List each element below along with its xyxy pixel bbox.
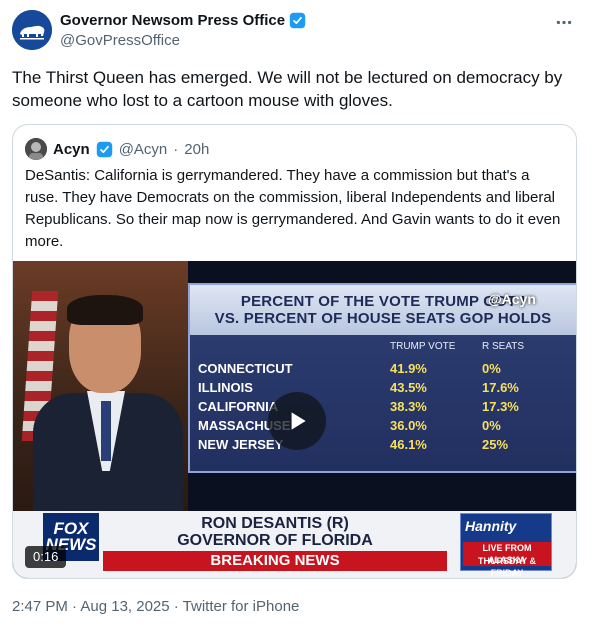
breaking-news-banner: BREAKING NEWS (103, 551, 447, 571)
tweet-header: Governor Newsom Press Office @GovPressOf… (12, 10, 584, 54)
author-name-row: Governor Newsom Press Office (60, 12, 306, 29)
row-r-seats: 0% (482, 361, 501, 376)
quoted-tweet-header: Acyn @Acyn · 20h (25, 137, 209, 161)
column-header-trump-vote: TRUMP VOTE (390, 341, 456, 352)
verified-badge-icon (96, 141, 112, 157)
row-r-seats: 25% (482, 437, 509, 452)
separator-dot: · (173, 140, 179, 158)
graphic-row: NEW JERSEY 46.1% 25% (190, 437, 576, 455)
row-trump-vote: 36.0% (390, 418, 427, 433)
quoted-author-handle[interactable]: @Acyn (119, 141, 168, 158)
play-button[interactable] (268, 392, 326, 450)
show-badge: Hannity LIVE FROM ALASKA THURSDAY & FRID… (460, 513, 552, 578)
tweet-footer[interactable]: 2:47 PM · Aug 13, 2025 · Twitter for iPh… (12, 598, 299, 615)
row-state: ILLINOIS (198, 380, 253, 395)
speaker-title: GOVERNOR OF FLORIDA (177, 532, 373, 549)
vote-graphic: PERCENT OF THE VOTE TRUMP GOT I VS. PERC… (188, 283, 576, 473)
row-trump-vote: 41.9% (390, 361, 427, 376)
speaker-hair (67, 295, 143, 325)
verified-badge-icon (289, 12, 306, 29)
row-r-seats: 17.6% (482, 380, 519, 395)
show-day-text: THURSDAY & FRIDAY (477, 556, 536, 578)
quoted-tweet-time[interactable]: 20h (184, 141, 209, 158)
author-avatar[interactable] (12, 10, 52, 50)
video-player[interactable]: PERCENT OF THE VOTE TRUMP GOT I VS. PERC… (13, 261, 576, 578)
bear-seal-icon (12, 10, 52, 50)
graphic-row: CALIFORNIA 38.3% 17.3% (190, 399, 576, 417)
column-header-r-seats: R SEATS (482, 341, 525, 352)
graphic-row: ILLINOIS 43.5% 17.6% (190, 380, 576, 398)
row-trump-vote: 43.5% (390, 380, 427, 395)
graphic-title-line1: PERCENT OF THE VOTE TRUMP GOT I (240, 293, 526, 310)
lower-third-name: RON DESANTIS (R) GOVERNOR OF FLORIDA (105, 515, 445, 549)
graphic-title-line2: VS. PERCENT OF HOUSE SEATS GOP HOLDS (214, 310, 552, 327)
row-r-seats: 0% (482, 418, 501, 433)
video-speaker-frame (13, 261, 188, 513)
video-timestamp: 0:16 (25, 546, 67, 568)
more-options-button[interactable] (552, 10, 576, 34)
quoted-author-name[interactable]: Acyn (53, 141, 90, 158)
speaker-name: RON DESANTIS (R) (201, 515, 349, 532)
quoted-tweet[interactable]: Acyn @Acyn · 20h DeSantis: California is… (12, 124, 577, 579)
video-watermark: @Acyn (488, 291, 536, 307)
graphic-row: CONNECTICUT 41.9% 0% (190, 361, 576, 379)
quoted-author-avatar[interactable] (25, 138, 47, 160)
graphic-row: MASSACHUSE 36.0% 0% (190, 418, 576, 436)
row-trump-vote: 46.1% (390, 437, 427, 452)
speaker-tie (101, 401, 111, 461)
tweet-text: The Thirst Queen has emerged. We will no… (12, 68, 563, 110)
quoted-tweet-text: DeSantis: California is gerrymandered. T… (25, 167, 561, 250)
row-r-seats: 17.3% (482, 399, 519, 414)
row-state: CONNECTICUT (198, 361, 293, 376)
author-handle[interactable]: @GovPressOffice (60, 32, 180, 49)
row-trump-vote: 38.3% (390, 399, 427, 414)
show-logo: Hannity (465, 518, 517, 534)
play-icon (291, 412, 306, 430)
more-horizontal-icon (556, 20, 572, 24)
row-state: CALIFORNIA (198, 399, 279, 414)
author-display-name[interactable]: Governor Newsom Press Office (60, 12, 285, 29)
avatar-icon (25, 138, 47, 160)
lower-third: FOX NEWS RON DESANTIS (R) GOVERNOR OF FL… (13, 511, 576, 578)
row-state: NEW JERSEY (198, 437, 284, 452)
